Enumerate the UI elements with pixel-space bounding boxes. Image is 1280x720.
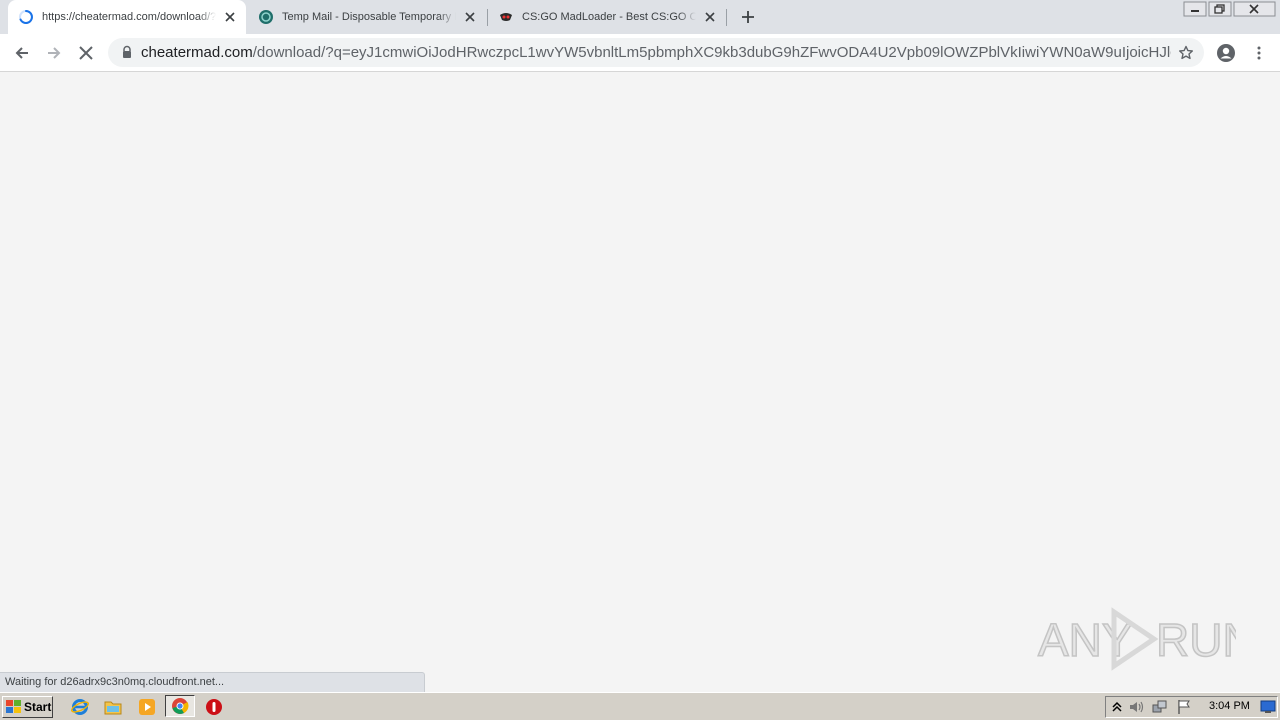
- tab-title: Temp Mail - Disposable Temporary Email: [282, 11, 456, 23]
- loading-spinner-icon: [18, 9, 34, 25]
- start-label: Start: [24, 700, 52, 714]
- chrome-icon: [172, 698, 189, 714]
- close-window-button[interactable]: [1233, 0, 1276, 18]
- tab-separator: [726, 9, 727, 26]
- tab-title: https://cheatermad.com/download/?q=eyJ1: [42, 11, 216, 23]
- show-desktop-icon[interactable]: [1260, 699, 1276, 715]
- restore-button[interactable]: [1208, 0, 1232, 18]
- chrome-taskbar-button[interactable]: [165, 695, 195, 717]
- tab-cheatermad-download[interactable]: https://cheatermad.com/download/?q=eyJ1: [8, 0, 246, 34]
- watermark-text-right: RUN: [1156, 614, 1236, 666]
- lock-icon[interactable]: [120, 45, 134, 59]
- volume-icon[interactable]: [1128, 699, 1144, 715]
- start-button[interactable]: Start: [2, 696, 53, 718]
- address-bar[interactable]: cheatermad.com/download/?q=eyJ1cmwiOiJod…: [108, 38, 1204, 67]
- url-path: /download/?q=eyJ1cmwiOiJodHRwczpcL1wvYW5…: [252, 44, 1171, 61]
- tab-strip: https://cheatermad.com/download/?q=eyJ1 …: [0, 0, 1280, 34]
- watermark-text-left: ANY: [1038, 614, 1133, 666]
- back-button[interactable]: [9, 40, 35, 66]
- temp-mail-icon: [258, 9, 274, 25]
- close-icon[interactable]: [222, 9, 238, 25]
- menu-kebab-icon[interactable]: [1246, 40, 1272, 66]
- madloader-icon: [498, 9, 514, 25]
- network-icon[interactable]: [1152, 699, 1168, 715]
- clock[interactable]: 3:04 PM: [1209, 700, 1250, 712]
- minimize-button[interactable]: [1183, 0, 1207, 18]
- close-icon[interactable]: [702, 9, 718, 25]
- tab-temp-mail[interactable]: Temp Mail - Disposable Temporary Email: [248, 0, 486, 34]
- tab-title: CS:GO MadLoader - Best CS:GO Cheat: [522, 11, 696, 23]
- internet-explorer-icon[interactable]: [70, 697, 90, 717]
- close-icon[interactable]: [462, 9, 478, 25]
- anyrun-watermark: ANY RUN: [1036, 606, 1256, 672]
- stop-loading-button[interactable]: [73, 40, 99, 66]
- browser-toolbar: cheatermad.com/download/?q=eyJ1cmwiOiJod…: [0, 34, 1280, 72]
- system-tray: 3:04 PM: [1105, 696, 1278, 718]
- action-center-flag-icon[interactable]: [1176, 699, 1192, 715]
- status-bubble: Waiting for d26adrx9c3n0mq.cloudfront.ne…: [0, 672, 425, 692]
- page-content: [0, 72, 1280, 692]
- bookmark-star-icon[interactable]: [1176, 43, 1196, 63]
- windows-logo-icon: [6, 700, 22, 714]
- new-tab-button[interactable]: [738, 7, 758, 27]
- tab-madloader[interactable]: CS:GO MadLoader - Best CS:GO Cheat: [488, 0, 726, 34]
- opera-icon[interactable]: [204, 697, 224, 717]
- file-explorer-icon[interactable]: [103, 697, 123, 717]
- media-player-icon[interactable]: [137, 697, 157, 717]
- url-text[interactable]: cheatermad.com/download/?q=eyJ1cmwiOiJod…: [141, 44, 1171, 62]
- forward-button[interactable]: [41, 40, 67, 66]
- windows-taskbar: Start 3:04 PM: [0, 692, 1280, 720]
- url-host: cheatermad.com: [141, 44, 253, 61]
- show-hidden-icons-icon[interactable]: [1109, 699, 1125, 715]
- profile-icon[interactable]: [1213, 40, 1239, 66]
